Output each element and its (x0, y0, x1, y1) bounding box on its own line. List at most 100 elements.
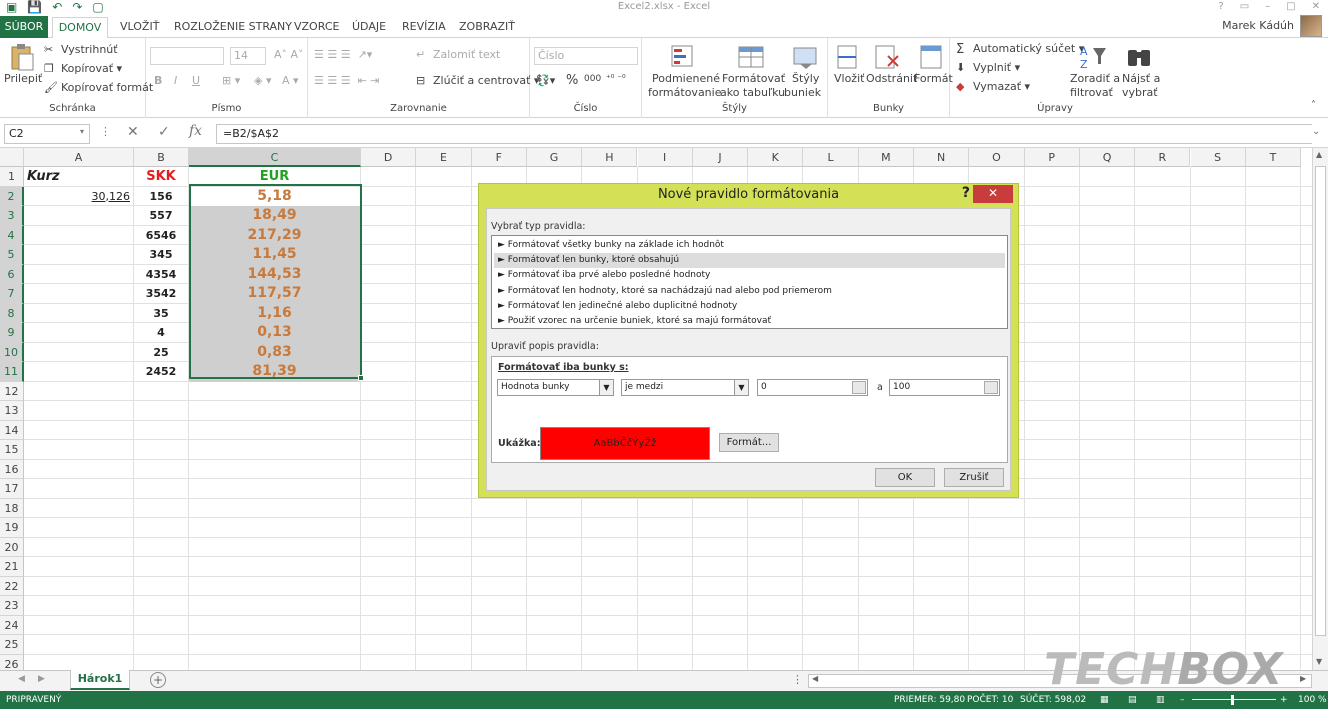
zoom-slider-thumb[interactable] (1231, 695, 1234, 705)
grow-font-icon[interactable]: A˄ A˅ (274, 48, 304, 61)
font-size-select[interactable]: 14 (230, 47, 266, 65)
sort-filter-label2[interactable]: filtrovať (1070, 86, 1113, 99)
condition-field-select[interactable]: Hodnota bunky ▼ (497, 379, 614, 396)
value2-input[interactable]: 100 (889, 379, 1000, 396)
name-box-dropdown-icon[interactable]: ▾ (80, 127, 84, 136)
row-header-12[interactable]: 12 (0, 381, 24, 401)
cell-skk[interactable]: 557 (134, 206, 188, 226)
sort-filter-label1[interactable]: Zoradiť a (1070, 72, 1120, 85)
rule-type-item-selected[interactable]: ► Formátovať len bunky, ktoré obsahujú (494, 253, 1005, 268)
row-header-14[interactable]: 14 (0, 420, 24, 440)
italic-button[interactable]: I (174, 74, 177, 87)
select-all-corner[interactable] (0, 148, 24, 167)
format-painter-button[interactable]: 🖌 Kopírovať formát (44, 81, 153, 95)
row-header-11[interactable]: 11 (0, 362, 24, 382)
borders-icon[interactable]: ⊞ ▾ (222, 74, 240, 87)
tab-home[interactable]: DOMOV (52, 17, 108, 39)
format-table-label1[interactable]: Formátovať (722, 72, 785, 85)
conditional-formatting-label2[interactable]: formátovanie (648, 86, 721, 99)
cell-skk[interactable]: 4 (134, 323, 188, 343)
minimize-icon[interactable]: – (1265, 0, 1270, 14)
column-header-p[interactable]: P (1024, 148, 1080, 167)
insert-cells-icon[interactable] (832, 42, 862, 72)
autosum-button[interactable]: Σ Automatický súčet ▾ (956, 42, 1084, 57)
number-format-select[interactable]: Číslo (534, 47, 638, 65)
row-header-25[interactable]: 25 (0, 635, 24, 655)
row-header-24[interactable]: 24 (0, 615, 24, 635)
wrap-text-button[interactable]: ↵ Zalomiť text (416, 48, 500, 62)
row-header-19[interactable]: 19 (0, 518, 24, 538)
column-header-l[interactable]: L (803, 148, 859, 167)
column-header-h[interactable]: H (582, 148, 638, 167)
column-header-s[interactable]: S (1190, 148, 1246, 167)
percent-button[interactable]: % (566, 73, 578, 88)
prev-sheet-icon[interactable]: ◀ (18, 674, 25, 684)
fill-handle[interactable] (358, 375, 364, 381)
cell-styles-icon[interactable] (790, 42, 820, 72)
align-left-icons[interactable]: ☰ ☰ ☰ ⇤ ⇥ (314, 74, 380, 87)
cell-skk[interactable]: 6546 (134, 226, 188, 246)
font-name-select[interactable] (150, 47, 224, 65)
row-header-16[interactable]: 16 (0, 459, 24, 479)
tab-data[interactable]: ÚDAJE (348, 18, 390, 38)
thousands-button[interactable]: 000 (584, 74, 601, 84)
cell-styles-label1[interactable]: Štýly (792, 72, 819, 85)
rule-type-list[interactable]: ► Formátovať všetky bunky na základe ich… (491, 235, 1008, 329)
column-header-t[interactable]: T (1245, 148, 1302, 167)
cell-b1[interactable]: SKK (134, 167, 188, 187)
bold-button[interactable]: B (154, 74, 162, 87)
avatar[interactable] (1300, 15, 1322, 37)
underline-button[interactable]: U (192, 74, 200, 87)
column-header-q[interactable]: Q (1079, 148, 1136, 167)
row-header-18[interactable]: 18 (0, 498, 24, 518)
row-header-7[interactable]: 7 (0, 284, 24, 304)
cell-skk[interactable]: 156 (134, 187, 188, 207)
add-sheet-icon[interactable]: + (150, 672, 166, 688)
column-header-d[interactable]: D (361, 148, 417, 167)
cancel-button[interactable]: Zrušiť (944, 468, 1004, 487)
column-header-r[interactable]: R (1135, 148, 1191, 167)
column-header-m[interactable]: M (858, 148, 914, 167)
column-header-i[interactable]: I (637, 148, 693, 167)
name-box[interactable]: C2 (4, 124, 90, 144)
find-select-label2[interactable]: vybrať (1122, 86, 1158, 99)
insert-button[interactable]: Vložiť (834, 72, 864, 85)
cell-skk[interactable]: 4354 (134, 265, 188, 285)
scroll-left-icon[interactable]: ◀ (812, 674, 818, 683)
tab-formulas[interactable]: VZORCE (290, 18, 343, 38)
row-header-6[interactable]: 6 (0, 264, 24, 284)
row-header-13[interactable]: 13 (0, 401, 24, 421)
merge-center-button[interactable]: ⊟ Zlúčiť a centrovať ▾ (416, 74, 539, 88)
close-icon[interactable]: ✕ (1312, 0, 1320, 14)
expand-formula-icon[interactable]: ⌄ (1312, 126, 1320, 137)
rule-type-item[interactable]: ► Formátovať iba prvé alebo posledné hod… (494, 268, 1005, 283)
fill-button[interactable]: ⬇ Vyplniť ▾ (956, 61, 1020, 75)
rule-type-item[interactable]: ► Formátovať len hodnoty, ktoré sa nachá… (494, 284, 1005, 299)
column-header-a[interactable]: A (24, 148, 134, 167)
tab-review[interactable]: REVÍZIA (398, 18, 450, 38)
cell-skk[interactable]: 345 (134, 245, 188, 265)
column-header-b[interactable]: B (134, 148, 189, 167)
find-select-label1[interactable]: Nájsť a (1122, 72, 1160, 85)
scroll-up-icon[interactable]: ▲ (1316, 150, 1322, 159)
zoom-slider[interactable] (1192, 699, 1276, 700)
row-header-21[interactable]: 21 (0, 557, 24, 577)
restore-icon[interactable]: ▭ (1240, 0, 1249, 14)
currency-icon[interactable]: 💱▾ (536, 74, 555, 87)
paste-button[interactable]: Prilepiť (4, 72, 42, 85)
sheet-tab-harok1[interactable]: Hárok1 (70, 670, 130, 690)
clear-button[interactable]: ◆ Vymazať ▾ (956, 80, 1030, 94)
fill-color-icon[interactable]: ◈ ▾ (254, 74, 271, 87)
vertical-scrollbar[interactable]: ▲ ▼ (1312, 148, 1328, 670)
row-header-2[interactable]: 2 (0, 186, 24, 206)
cell-skk[interactable]: 3542 (134, 284, 188, 304)
row-header-26[interactable]: 26 (0, 654, 24, 670)
paste-icon[interactable] (7, 42, 37, 72)
row-header-22[interactable]: 22 (0, 576, 24, 596)
cell-skk[interactable]: 25 (134, 343, 188, 363)
delete-cells-icon[interactable] (872, 42, 902, 72)
column-header-n[interactable]: N (914, 148, 970, 167)
row-header-17[interactable]: 17 (0, 479, 24, 499)
column-header-k[interactable]: K (748, 148, 804, 167)
delete-button[interactable]: Odstrániť (866, 72, 917, 85)
